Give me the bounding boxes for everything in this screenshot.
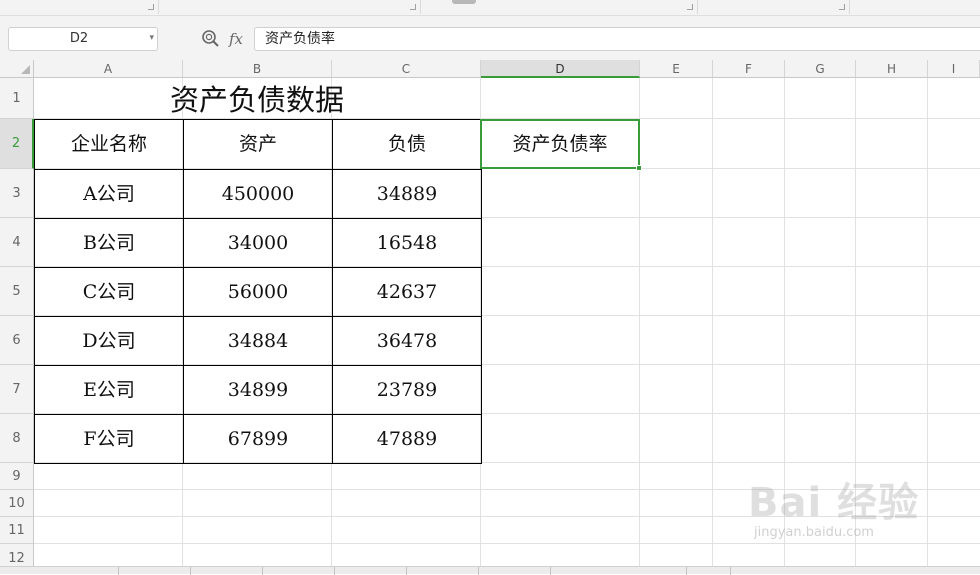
- table-header-cell[interactable]: 企业名称: [34, 119, 184, 170]
- formula-input[interactable]: 资产负债率: [254, 27, 980, 51]
- baidu-watermark: Bai 经验 jingyan.baidu.com: [748, 470, 973, 550]
- table-cell[interactable]: 47889: [332, 414, 482, 464]
- row-header-1[interactable]: 1: [0, 78, 34, 119]
- column-header-c[interactable]: C: [332, 60, 481, 78]
- ribbon-dialog-launcher[interactable]: [148, 4, 154, 10]
- table-cell[interactable]: 34899: [183, 365, 333, 415]
- table-cell[interactable]: 16548: [332, 218, 482, 268]
- selected-cell[interactable]: 资产负债率: [480, 119, 640, 169]
- table-cell[interactable]: B公司: [34, 218, 184, 268]
- column-header-e[interactable]: E: [640, 60, 713, 78]
- table-cell[interactable]: 34884: [183, 316, 333, 366]
- fx-icon[interactable]: fx: [229, 28, 249, 50]
- column-header-f[interactable]: F: [713, 60, 785, 78]
- table-cell[interactable]: 23789: [332, 365, 482, 415]
- table-header-cell[interactable]: 资产: [183, 119, 333, 170]
- ribbon-dialog-launcher[interactable]: [687, 4, 693, 10]
- column-header-a[interactable]: A: [34, 60, 183, 78]
- ribbon-separator: [849, 0, 850, 14]
- table-cell[interactable]: 34889: [332, 169, 482, 219]
- select-all-corner[interactable]: [0, 60, 34, 78]
- ribbon-separator: [697, 0, 698, 14]
- column-header-b[interactable]: B: [183, 60, 332, 78]
- watermark-url: jingyan.baidu.com: [754, 525, 874, 540]
- column-header-d[interactable]: D: [481, 60, 640, 78]
- column-header-g[interactable]: G: [785, 60, 856, 78]
- ribbon-dialog-launcher[interactable]: [410, 4, 416, 10]
- row-header-6[interactable]: 6: [0, 316, 34, 365]
- table-cell[interactable]: 34000: [183, 218, 333, 268]
- ribbon-separator: [158, 0, 159, 14]
- table-header-cell[interactable]: 负债: [332, 119, 482, 170]
- ribbon-dialog-launcher[interactable]: [839, 4, 845, 10]
- row-header-10[interactable]: 10: [0, 490, 34, 517]
- table-cell[interactable]: 67899: [183, 414, 333, 464]
- table-cell[interactable]: F公司: [34, 414, 184, 464]
- ribbon-strip: [0, 0, 980, 16]
- column-header-i[interactable]: I: [928, 60, 980, 78]
- name-box-value: D2: [69, 31, 89, 46]
- row-header-5[interactable]: 5: [0, 267, 34, 316]
- watermark-text: Bai 经验: [748, 480, 920, 526]
- table-cell[interactable]: 42637: [332, 267, 482, 317]
- sheet-title[interactable]: 资产负债数据: [34, 78, 480, 119]
- table-cell[interactable]: C公司: [34, 267, 184, 317]
- ribbon-scroll-handle[interactable]: [452, 0, 476, 4]
- column-header-h[interactable]: H: [856, 60, 928, 78]
- row-header-9[interactable]: 9: [0, 463, 34, 490]
- row-header-3[interactable]: 3: [0, 169, 34, 218]
- gridline-vertical: [712, 78, 713, 574]
- table-cell[interactable]: 450000: [183, 169, 333, 219]
- name-box[interactable]: D2 ▾: [8, 27, 158, 51]
- chevron-down-icon[interactable]: ▾: [149, 33, 154, 43]
- table-cell[interactable]: E公司: [34, 365, 184, 415]
- row-header-4[interactable]: 4: [0, 218, 34, 267]
- table-cell[interactable]: 56000: [183, 267, 333, 317]
- row-header-8[interactable]: 8: [0, 414, 34, 463]
- ribbon-separator: [420, 0, 421, 14]
- fill-handle[interactable]: [636, 165, 642, 171]
- table-cell[interactable]: A公司: [34, 169, 184, 219]
- row-header-11[interactable]: 11: [0, 517, 34, 544]
- table-cell[interactable]: D公司: [34, 316, 184, 366]
- sheet-tabs-bar: [0, 566, 980, 575]
- zoom-icon[interactable]: [200, 28, 222, 50]
- table-cell[interactable]: 36478: [332, 316, 482, 366]
- row-header-2[interactable]: 2: [0, 119, 34, 169]
- row-header-7[interactable]: 7: [0, 365, 34, 414]
- formula-content: 资产负债率: [265, 31, 335, 47]
